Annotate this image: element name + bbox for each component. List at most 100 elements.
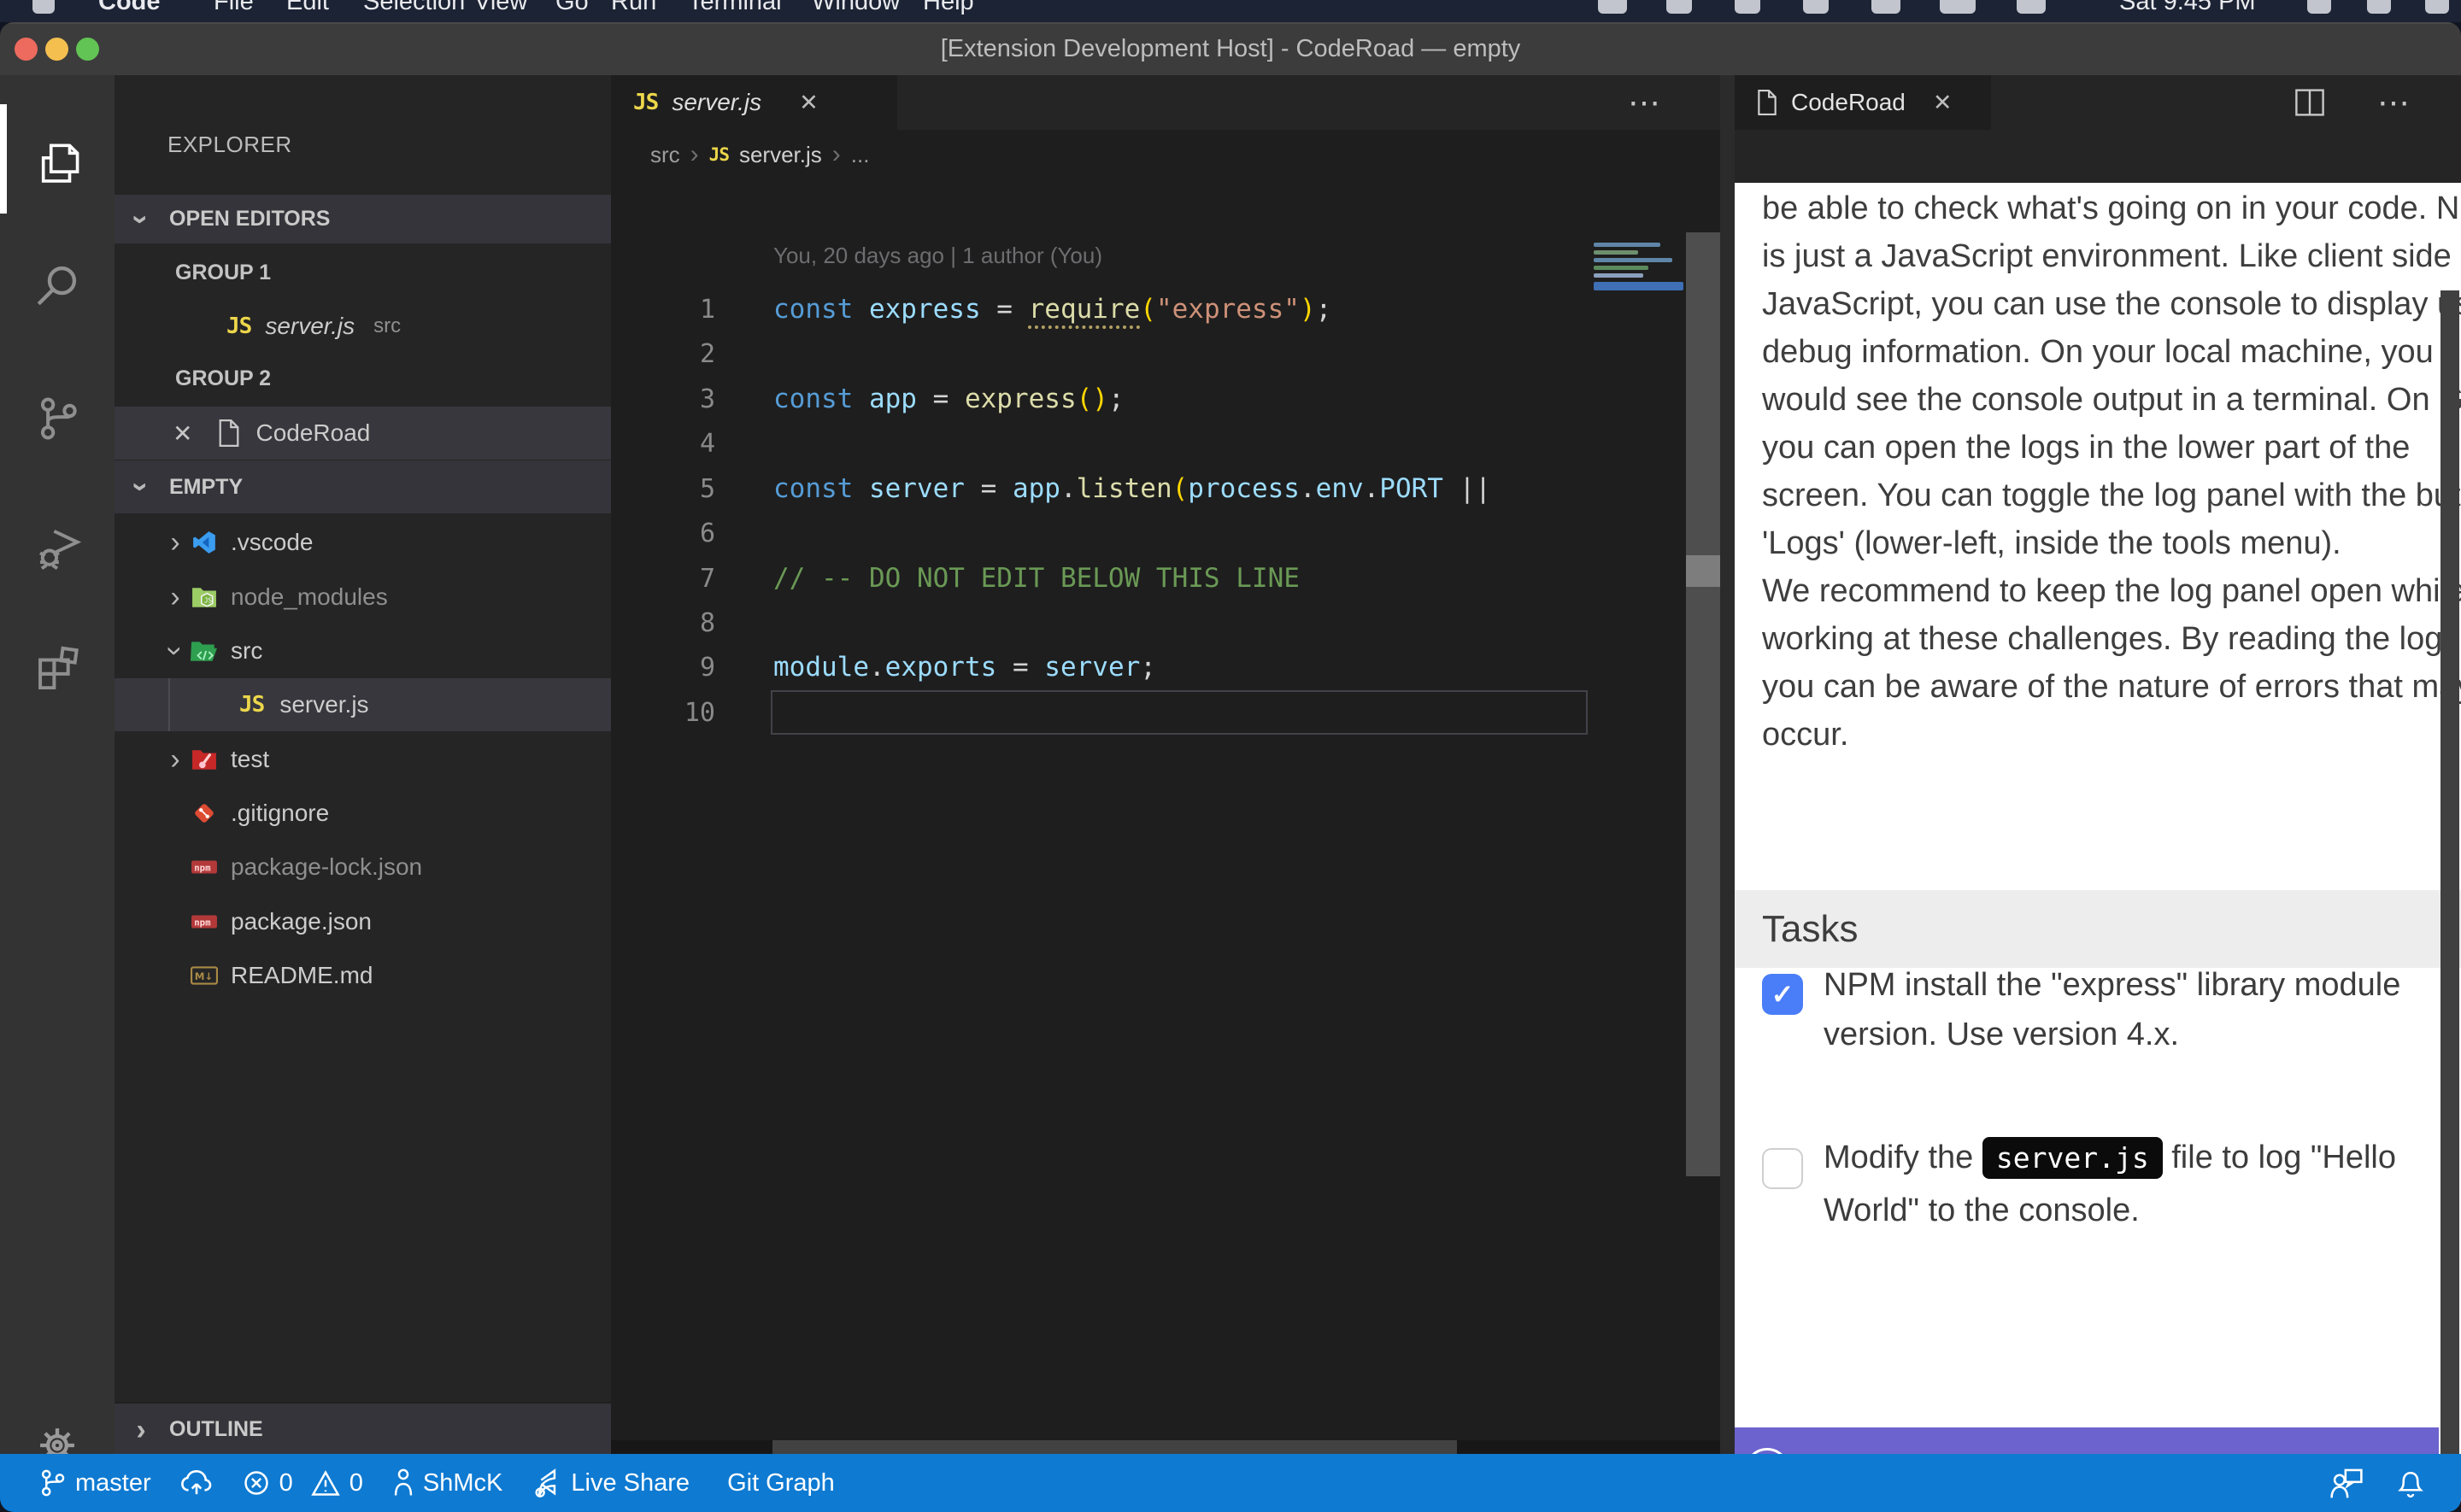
apple-menu-icon[interactable] <box>32 0 55 14</box>
git-graph-item[interactable]: Git Graph <box>719 1469 835 1497</box>
tree-item-serverjs[interactable]: JS server.js <box>115 678 611 731</box>
outline-section-header[interactable]: › OUTLINE <box>115 1402 611 1456</box>
menubar-status-icon[interactable] <box>1666 0 1692 14</box>
code-chip: server.js <box>1982 1137 2163 1179</box>
chevron-right-icon: › <box>690 140 699 169</box>
cursor-line-highlight <box>771 690 1588 735</box>
tasks-header: Tasks <box>1735 890 2461 968</box>
lesson-text-line: We recommend to keep the log panel open … <box>1762 567 2437 616</box>
task2-text-line1: Modify the server.js file to log "Hello <box>1824 1140 2396 1176</box>
svg-text:npm: npm <box>194 917 211 928</box>
menubar-status-icon[interactable] <box>2017 0 2046 14</box>
chevron-right-icon: › <box>126 1415 156 1445</box>
feedback-item[interactable] <box>2328 1466 2365 1500</box>
menu-code[interactable]: Code <box>98 0 161 16</box>
explorer-icon[interactable] <box>29 136 85 192</box>
menu-view[interactable]: View <box>474 0 527 16</box>
title-bar[interactable]: [Extension Development Host] - CodeRoad … <box>0 22 2461 75</box>
coderoad-panel: CodeRoad ✕ ⋯ be able to check what's goi… <box>1735 75 2461 1454</box>
node-modules-folder-icon: JS <box>190 585 219 609</box>
code-line-7[interactable]: // -- DO NOT EDIT BELOW THIS LINE <box>773 556 1300 601</box>
close-tab-icon[interactable]: ✕ <box>1933 90 1953 116</box>
webview-scrollbar[interactable] <box>2440 290 2459 1512</box>
problems-item[interactable]: 0 0 <box>242 1468 363 1497</box>
tab-serverjs[interactable]: JS server.js ✕ <box>611 75 897 130</box>
src-folder-icon <box>190 639 219 663</box>
search-icon[interactable] <box>29 257 85 314</box>
menubar-battery-icon[interactable] <box>1940 0 1976 14</box>
siri-icon[interactable] <box>2425 0 2449 14</box>
file-icon <box>214 419 244 447</box>
chevron-right-icon: › <box>161 528 190 557</box>
menubar-clock[interactable]: Sat 9:45 PM <box>2119 0 2256 16</box>
tree-item-readme[interactable]: M↓ README.md <box>115 949 611 1002</box>
tab-coderoad[interactable]: CodeRoad ✕ <box>1735 75 1991 130</box>
menubar-status-icon[interactable] <box>1598 0 1627 14</box>
code-line-3[interactable]: const app = express(); <box>773 377 1125 422</box>
folder-section-header[interactable]: › EMPTY <box>115 460 611 513</box>
horizontal-scrollbar-thumb[interactable] <box>772 1440 1457 1454</box>
menubar-status-icon[interactable] <box>1735 0 1760 14</box>
tree-item-test[interactable]: › test <box>115 733 611 786</box>
menubar-status-icon[interactable] <box>1871 0 1900 14</box>
git-branch-item[interactable]: master <box>38 1468 151 1498</box>
menu-window[interactable]: Window <box>812 0 900 16</box>
js-icon: JS <box>633 90 658 115</box>
line-number: 4 <box>611 421 715 466</box>
more-actions-icon[interactable]: ⋯ <box>2377 84 2411 122</box>
breadcrumb[interactable]: src › JS server.js › ... <box>611 130 1720 179</box>
code-line-9[interactable]: module.exports = server; <box>773 645 1156 690</box>
gitlens-annotation[interactable]: You, 20 days ago | 1 author (You) <box>773 243 1102 269</box>
task2-checkbox[interactable] <box>1762 1148 1803 1189</box>
menu-help[interactable]: Help <box>923 0 974 16</box>
code-line-5[interactable]: const server = app.listen(process.env.PO… <box>773 466 1491 512</box>
tree-item-package-json[interactable]: npm package.json <box>115 895 611 948</box>
line-number: 5 <box>611 466 715 512</box>
open-editor-coderoad[interactable]: ✕ CodeRoad <box>115 407 611 460</box>
tree-item-vscode[interactable]: › .vscode <box>115 516 611 569</box>
spotlight-icon[interactable] <box>2307 0 2331 14</box>
line-number: 7 <box>611 556 715 601</box>
status-bar: master 0 0 ShMcK Live Share Git Graph <box>0 1454 2461 1512</box>
extensions-icon[interactable] <box>29 636 85 693</box>
js-icon: JS <box>239 692 264 718</box>
menubar-status-icon[interactable] <box>1803 0 1829 14</box>
liveshare-account-item[interactable]: ShMcK <box>392 1467 502 1499</box>
run-debug-icon[interactable] <box>29 519 85 575</box>
open-editors-header[interactable]: › OPEN EDITORS <box>115 195 611 243</box>
editor-group-divider[interactable] <box>1720 75 1735 1454</box>
tree-item-src[interactable]: › src <box>115 624 611 677</box>
file-icon <box>1757 90 1777 115</box>
close-tab-icon[interactable]: ✕ <box>799 90 819 116</box>
menu-go[interactable]: Go <box>555 0 589 16</box>
more-actions-icon[interactable]: ⋯ <box>1628 84 1662 122</box>
menu-selection[interactable]: Selection <box>363 0 465 16</box>
lesson-text-line: is just a JavaScript environment. Like c… <box>1762 232 2437 281</box>
open-editor-serverjs[interactable]: JS server.js src <box>115 300 611 353</box>
screen: Code File Edit Selection View Go Run Ter… <box>0 0 2461 1512</box>
editor-scrollbar[interactable] <box>1686 232 1720 1176</box>
menu-edit[interactable]: Edit <box>286 0 329 16</box>
task1-checkbox[interactable]: ✓ <box>1762 974 1803 1015</box>
menu-file[interactable]: File <box>214 0 254 16</box>
minimap[interactable] <box>1594 241 1683 308</box>
lesson-text-line: occur. <box>1762 711 2437 759</box>
sync-changes-item[interactable] <box>180 1468 213 1498</box>
notifications-item[interactable] <box>2394 1466 2427 1500</box>
menu-terminal[interactable]: Terminal <box>688 0 782 16</box>
tree-item-gitignore[interactable]: .gitignore <box>115 787 611 840</box>
split-editor-icon[interactable] <box>2294 88 2325 117</box>
active-view-indicator <box>0 104 7 214</box>
live-share-item[interactable]: Live Share <box>532 1467 690 1499</box>
markdown-icon: M↓ <box>190 965 219 986</box>
source-control-icon[interactable] <box>29 390 85 447</box>
sidebar-title: EXPLORER <box>167 132 292 158</box>
npm-icon: npm <box>190 911 219 933</box>
tree-item-node-modules[interactable]: › JS node_modules <box>115 571 611 624</box>
menu-run[interactable]: Run <box>611 0 656 16</box>
control-center-icon[interactable] <box>2367 0 2391 14</box>
close-icon[interactable]: ✕ <box>173 419 192 448</box>
macos-menubar: Code File Edit Selection View Go Run Ter… <box>0 0 2461 22</box>
tree-item-package-lock[interactable]: npm package-lock.json <box>115 841 611 894</box>
code-line-1[interactable]: const express = require("express"); <box>773 287 1331 332</box>
